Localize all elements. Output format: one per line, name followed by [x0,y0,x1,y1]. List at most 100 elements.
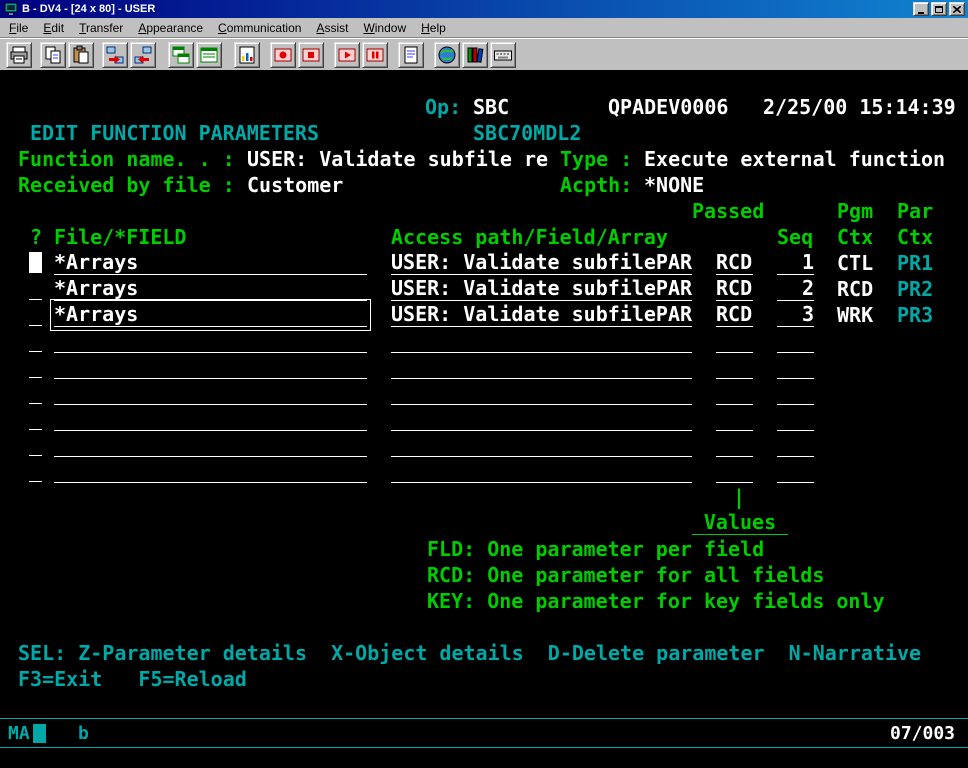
text-cursor [29,252,42,273]
access-path-input-field[interactable] [391,433,692,457]
seq-value: 3 [802,302,814,326]
window-list-button[interactable] [196,42,222,68]
menu-transfer[interactable]: Transfer [79,21,123,35]
seq-value: 1 [802,250,814,274]
notepad-button[interactable] [398,42,424,68]
play-macro-button[interactable] [334,42,360,68]
file-input-field[interactable] [54,329,367,353]
access-path-input-field[interactable]: USER: Validate subfilePAR [391,251,692,275]
sel-input-field[interactable] [29,433,42,456]
menu-appearance[interactable]: Appearance [138,21,203,35]
par-ctx-header: Ctx [897,224,933,250]
seq-input-field[interactable]: 3 [777,303,814,327]
copy-button[interactable] [40,42,66,68]
passed-input-field[interactable] [716,329,753,353]
legend-key: KEY: One parameter for key fields only [427,588,885,614]
seq-input-field[interactable] [777,355,814,379]
sel-input-field[interactable] [29,459,42,482]
file-input-field[interactable] [54,355,367,379]
legend-rcd: RCD: One parameter for all fields [427,562,824,588]
paste-button[interactable] [68,42,94,68]
sel-input-field[interactable] [29,277,42,300]
minimize-button[interactable] [913,2,929,16]
access-path-input-field[interactable] [391,407,692,431]
function-name-value: USER: Validate subfile re [247,146,548,172]
sel-input-field[interactable] [29,355,42,378]
access-path-input-field[interactable] [391,329,692,353]
menu-file[interactable]: File [9,21,28,35]
pause-macro-button[interactable] [362,42,388,68]
seq-input-field[interactable]: 1 [777,251,814,275]
seq-input-field[interactable]: 2 [777,277,814,301]
seq-input-field[interactable] [777,407,814,431]
play-macro-icon [337,45,357,65]
passed-input-field[interactable] [716,381,753,405]
passed-input-field[interactable] [716,459,753,483]
passed-value: RCD [716,250,752,274]
maximize-button[interactable] [931,2,947,16]
library-button[interactable] [462,42,488,68]
file-input-field[interactable] [54,381,367,405]
file-input-field[interactable] [54,407,367,431]
seq-input-field[interactable] [777,329,814,353]
access-path-input-field[interactable] [391,381,692,405]
chart-button[interactable] [234,42,260,68]
send-file-button[interactable] [102,42,128,68]
web-browser-button[interactable] [434,42,460,68]
access-path-input-field[interactable] [391,355,692,379]
window-list-icon [199,45,219,65]
program-name: SBC70MDL2 [473,120,581,146]
type-label: Type : [560,146,632,172]
file-input-field[interactable]: *Arrays [54,277,367,301]
op-value: SBC [473,94,509,120]
values-pointer-row: | [0,484,968,510]
passed-input-field[interactable] [716,433,753,457]
menu-assist[interactable]: Assist [316,21,348,35]
file-input-field[interactable] [54,433,367,457]
file-header: File/*FIELD [54,224,186,250]
passed-input-field[interactable]: RCD [716,277,753,301]
menu-help[interactable]: Help [421,21,446,35]
access-path-input-field[interactable]: USER: Validate subfilePAR [391,303,692,327]
seq-input-field[interactable] [777,459,814,483]
seq-input-field[interactable] [777,381,814,405]
status-bar-bottom-rule [0,747,968,748]
file-input-field[interactable] [54,459,367,483]
par-ctx-value: PR1 [897,250,933,276]
passed-input-field[interactable] [716,355,753,379]
pause-macro-icon [365,45,385,65]
keyboard-map-button[interactable] [490,42,516,68]
access-path-input-field[interactable]: USER: Validate subfilePAR [391,277,692,301]
menu-window[interactable]: Window [363,21,406,35]
op-label: Op: [425,94,461,120]
keyboard-map-icon [493,45,513,65]
access-path-input-field[interactable] [391,459,692,483]
passed-input-field[interactable]: RCD [716,303,753,327]
legend-row: FLD: One parameter per field [0,536,968,562]
file-input-field[interactable]: *Arrays [54,251,367,275]
seq-input-field[interactable] [777,433,814,457]
app-icon[interactable] [4,2,18,16]
sel-input-field[interactable] [29,381,42,404]
menu-edit[interactable]: Edit [43,21,64,35]
menu-communication[interactable]: Communication [218,21,301,35]
file-input-field-focused[interactable]: *Arrays [54,303,367,327]
close-button[interactable] [949,2,965,16]
record-macro-button[interactable] [270,42,296,68]
acpth-value: *NONE [644,172,704,198]
toolbar [0,38,968,70]
sel-input-field[interactable] [29,407,42,430]
passed-input-field[interactable] [716,407,753,431]
print-screen-button[interactable] [6,42,32,68]
send-file-icon [105,45,125,65]
sel-header: ? [30,224,42,250]
receive-file-button[interactable] [130,42,156,68]
sel-input-field[interactable] [29,303,42,326]
passed-input-field[interactable]: RCD [716,251,753,275]
values-pointer: | [733,484,745,510]
screen-title: EDIT FUNCTION PARAMETERS [30,120,319,146]
sel-input-field[interactable] [29,329,42,352]
pgm-ctx-value: RCD [837,276,873,302]
multiple-sessions-button[interactable] [168,42,194,68]
stop-macro-button[interactable] [298,42,324,68]
